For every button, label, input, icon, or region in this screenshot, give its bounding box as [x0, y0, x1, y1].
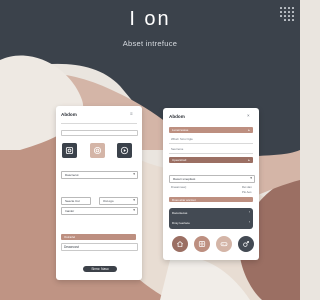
select-dropdown[interactable]: Raceri smeptlest ▾ — [169, 175, 255, 183]
progress-bar[interactable]: Outrarlel — [61, 234, 136, 240]
divider — [169, 153, 253, 154]
dark-row-2[interactable]: Dnsy Ieertace — [172, 221, 190, 225]
hero-subtitle: Abset intrefuce — [122, 39, 178, 48]
chevron-right-icon: › — [248, 210, 250, 215]
chevron-down-icon: ▾ — [133, 208, 135, 213]
menu-icon[interactable]: ≡ — [130, 111, 133, 116]
select-label: Raceri smeptlest — [173, 177, 196, 181]
list-bar-3-label: Upearstrarl — [172, 158, 187, 163]
primary-button-label: Sinnc: Naso — [91, 267, 109, 271]
card-title: Abdom — [61, 112, 77, 117]
chevron-down-icon: ▾ — [250, 176, 252, 181]
list-bar-4[interactable]: Dnev.atrar ancmet — [169, 197, 253, 202]
dot-grid-decoration — [278, 5, 294, 21]
list-bar-1[interactable]: Lunercessse ▸ — [169, 127, 253, 133]
card-title: Abdom — [169, 114, 185, 119]
gamepad-icon[interactable] — [216, 236, 232, 252]
play-icon[interactable] — [117, 143, 132, 158]
progress-bar-label: Outrarlel — [64, 235, 76, 240]
row-a-label: Seecte Cur — [65, 199, 81, 203]
row-b-label: Inanlor — [65, 209, 75, 213]
chevron-down-icon: ▾ — [133, 172, 135, 177]
home-icon[interactable] — [172, 236, 188, 252]
primary-button[interactable]: Sinnc: Naso — [83, 266, 117, 272]
row-b-dropdown[interactable]: Inanlor ▾ — [61, 207, 138, 215]
dark-row-1[interactable]: Dacontecas — [172, 211, 187, 215]
select-dropdown[interactable]: Dascrecut ▾ — [61, 171, 138, 179]
play-arrow-icon: ▸ — [248, 127, 250, 132]
close-icon[interactable]: × — [247, 113, 250, 118]
hero-title: I on — [129, 8, 171, 30]
chevron-right-icon: › — [248, 219, 250, 224]
play-arrow-icon: ▸ — [248, 157, 250, 162]
text-field-label: Deacnccst — [64, 245, 79, 249]
row-1-label: Dneanmeerj — [171, 185, 187, 189]
list-bar-1-label: Lunercessse — [172, 128, 189, 133]
select-value: Dascrecut — [65, 173, 79, 177]
row-2-value: Plo Aes — [242, 190, 252, 194]
text-field[interactable]: Deacnccst — [61, 243, 138, 251]
chevron-down-icon: ▾ — [133, 198, 135, 203]
row-a-field[interactable]: Seecte Cur — [61, 197, 91, 205]
gender-icon[interactable] — [238, 236, 254, 252]
row-a-dropdown[interactable]: Ost ogo ▾ — [99, 197, 138, 205]
dark-list-panel: Dacontecas › Dnsy Ieertace › — [169, 208, 253, 229]
image-icon[interactable] — [194, 236, 210, 252]
search-input[interactable] — [61, 130, 138, 136]
left-phone-mockup: Abdom ≡ Dascrecut ▾ Seecte Cur Ost ogo ▾… — [56, 106, 142, 280]
divider — [61, 123, 137, 124]
row-1-value: Ret dan — [242, 185, 252, 189]
list-bar-4-label: Dnev.atrar ancmet — [172, 197, 196, 202]
divider — [169, 143, 253, 144]
list-bar-2-label: Seurreme — [171, 147, 184, 151]
right-phone-mockup: Abdom × Lunercessse ▸ Whart: Scror Itgle… — [163, 108, 259, 260]
list-note: Whart: Scror Itgle — [171, 137, 193, 141]
list-bar-3[interactable]: Upearstrarl ▸ — [169, 157, 253, 163]
row-a-value: Ost ogo — [103, 199, 114, 203]
camera-icon[interactable] — [62, 143, 77, 158]
target-icon[interactable] — [90, 143, 105, 158]
